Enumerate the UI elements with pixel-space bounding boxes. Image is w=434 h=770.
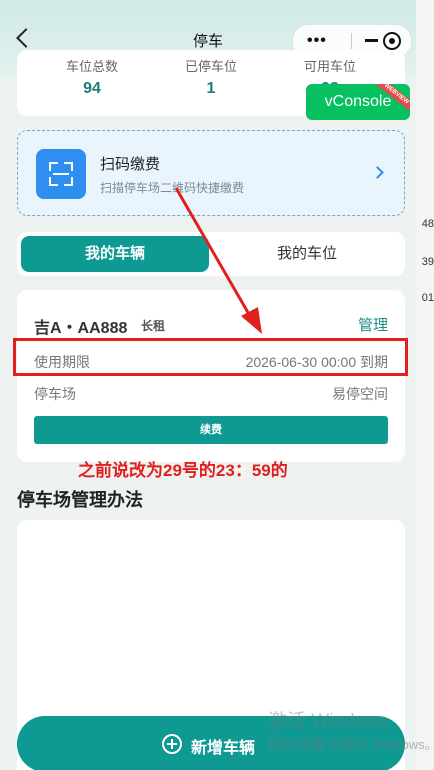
stat-label: 可用车位 (303, 59, 356, 72)
vconsole-label: vConsole (324, 93, 392, 110)
more-dots-icon[interactable]: ••• (307, 33, 327, 49)
parking-lot-value: 易停空间 (332, 386, 388, 402)
background-text: 01 (421, 292, 434, 304)
scan-subtitle: 扫描停车场二维码快捷缴费 (100, 181, 245, 195)
manage-link[interactable]: 管理 (358, 314, 388, 335)
stat-label: 车位总数 (65, 59, 118, 72)
background-text: 48 (421, 218, 434, 230)
capsule-divider (351, 33, 352, 49)
stat-value: 1 (206, 80, 216, 97)
background-text: 39 (421, 256, 434, 268)
rules-section-title: 停车场管理办法 (17, 490, 143, 510)
tab-my-spaces[interactable]: 我的车位 (213, 236, 401, 272)
vehicle-tabs: 我的车辆 我的车位 (17, 232, 405, 276)
windows-activation-watermark: 激活 Windows (268, 711, 389, 732)
chevron-right-icon (371, 166, 384, 179)
scan-to-pay-card[interactable]: 扫码缴费 扫描停车场二维码快捷缴费 (17, 130, 405, 216)
stat-occupied: 已停车位 1 (151, 56, 271, 98)
background-window: 48 39 01 (414, 0, 434, 770)
parking-lot-label: 停车场 (34, 386, 76, 402)
minimize-icon[interactable] (365, 39, 378, 42)
renew-button[interactable]: 续费 (34, 416, 388, 444)
vehicle-card: 吉A・AA888 长租 管理 使用期限 2026-06-30 00:00 到期 … (17, 290, 405, 462)
annotation-note: 之前说改为29号的23：59的 (78, 461, 288, 480)
stat-value: 94 (83, 80, 101, 97)
scan-title: 扫码缴费 (100, 156, 161, 173)
plate-number: 吉A・AA888 (34, 320, 128, 337)
scan-qr-icon (36, 149, 86, 199)
stat-total: 车位总数 94 (32, 56, 152, 98)
annotation-highlight-box (13, 338, 408, 376)
close-circle-icon[interactable] (383, 32, 401, 50)
mini-program-window: 停车 ••• 车位总数 94 已停车位 1 可用车位 93 vConsole W… (0, 0, 416, 770)
add-vehicle-label: 新增车辆 (191, 740, 256, 757)
tab-my-vehicles[interactable]: 我的车辆 (21, 236, 209, 272)
vconsole-button[interactable]: vConsole WEBVIEW (306, 84, 410, 120)
windows-activation-hint: 转到"设置"以激活 Windows。 (268, 737, 434, 752)
plus-circle-icon (162, 734, 182, 754)
rental-type-badge: 长租 (141, 319, 166, 333)
stat-label: 已停车位 (184, 59, 237, 72)
